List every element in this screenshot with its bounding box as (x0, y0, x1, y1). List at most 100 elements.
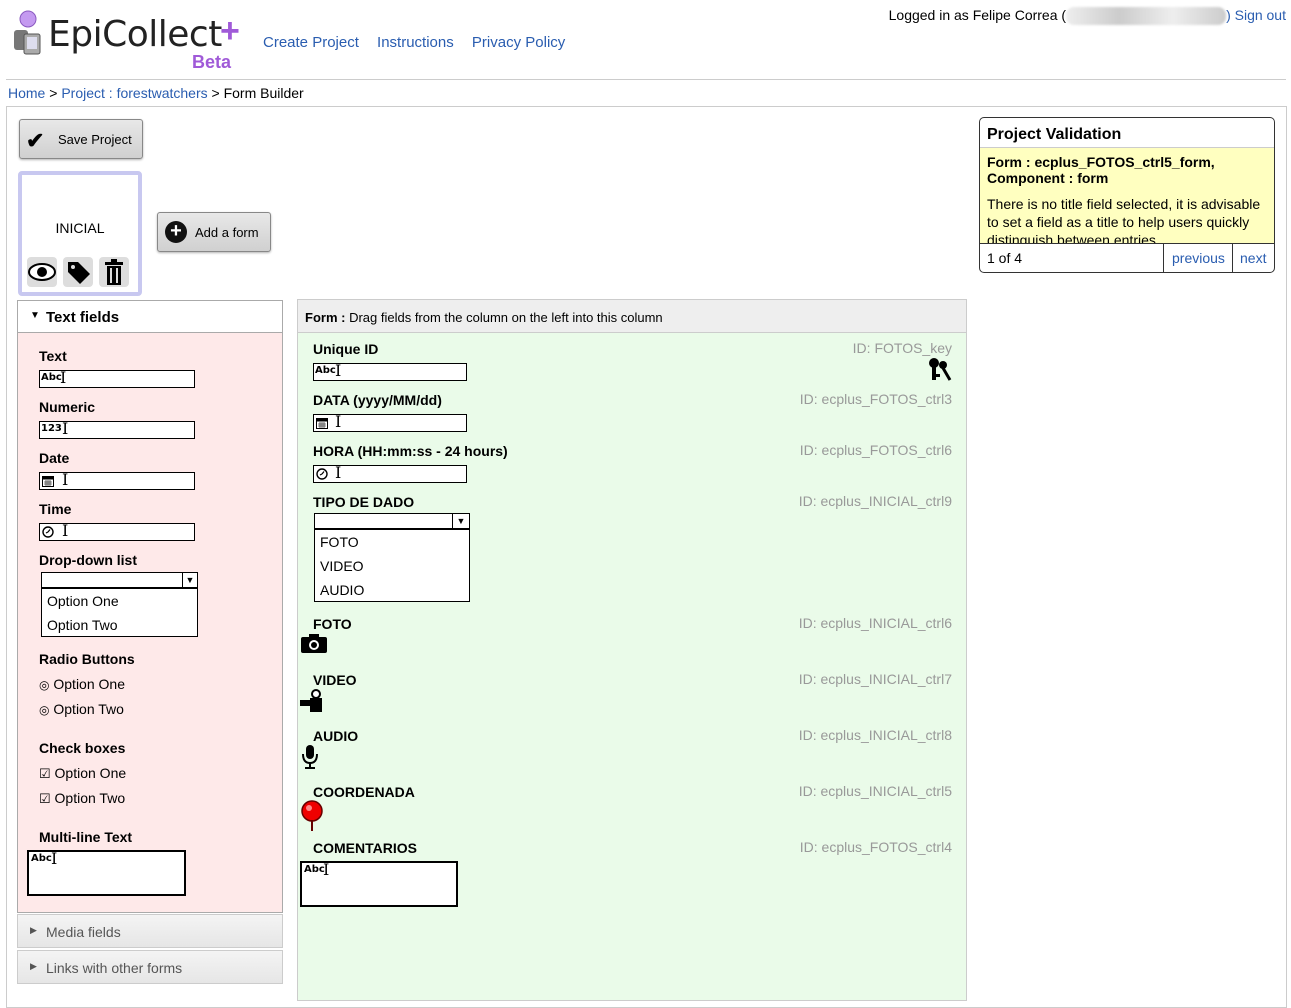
field-label[interactable]: TIPO DE DADO (313, 494, 414, 510)
dropdown-option: VIDEO (320, 558, 364, 574)
clock-icon (316, 468, 328, 480)
logo-beta: Beta (192, 52, 232, 72)
palette-checkbox-label[interactable]: Check boxes (39, 740, 125, 756)
palette-dropdown-select[interactable]: ▼ (41, 572, 198, 588)
form-column[interactable]: Form : Drag fields from the column on th… (297, 299, 967, 1001)
calendar-icon (316, 418, 328, 429)
field-label[interactable]: COORDENADA (313, 784, 415, 800)
palette-radio-label[interactable]: Radio Buttons (39, 651, 135, 667)
field-label[interactable]: HORA (HH:mm:ss - 24 hours) (313, 443, 508, 459)
field-comentarios-textarea[interactable]: Abc I (300, 861, 458, 907)
validation-previous-link[interactable]: previous (1163, 244, 1233, 272)
palette-text-icon: Abc (41, 372, 62, 383)
text-cursor-icon: I (62, 521, 69, 540)
validation-next-link[interactable]: next (1232, 244, 1273, 272)
text-fields-palette: Text Abc I Numeric 123 I Date I Time I D… (17, 332, 283, 913)
palette-dropdown-options: Option One Option Two (41, 588, 198, 637)
palette-text-label[interactable]: Text (39, 348, 67, 364)
breadcrumb-sep: > (45, 85, 62, 101)
field-id: ID: ecplus_INICIAL_ctrl6 (798, 615, 952, 631)
plus-icon: + (165, 221, 187, 243)
field-id: ID: ecplus_INICIAL_ctrl5 (798, 783, 952, 799)
radio-option-label: Option Two (53, 701, 124, 717)
form-card[interactable]: INICIAL (18, 171, 142, 296)
palette-dropdown-label[interactable]: Drop-down list (39, 552, 137, 568)
field-unique-id-input[interactable]: Abc I (313, 363, 467, 381)
palette-checkbox-option: ☑ Option One (39, 765, 126, 782)
text-fields-header[interactable]: ▼ Text fields (17, 300, 283, 332)
add-form-label: Add a form (195, 225, 259, 240)
field-label[interactable]: DATA (yyyy/MM/dd) (313, 392, 442, 408)
palette-numeric-field[interactable]: 123 I (39, 421, 195, 439)
palette-numeric-label[interactable]: Numeric (39, 399, 95, 415)
links-accordion[interactable]: ▶ Links with other forms (17, 950, 283, 984)
tag-icon[interactable] (63, 257, 93, 287)
nav-create-project[interactable]: Create Project (263, 34, 359, 51)
logo-figure-icon (14, 10, 41, 55)
breadcrumb-project[interactable]: Project : forestwatchers (61, 85, 207, 101)
project-validation-panel: Project Validation Form : ecplus_FOTOS_c… (979, 117, 1275, 273)
text-cursor-icon: I (51, 849, 58, 868)
triangle-right-icon: ▶ (30, 925, 37, 935)
trash-icon[interactable] (99, 257, 129, 287)
palette-multiline-icon: Abc (31, 853, 52, 864)
radio-icon: ◎ (39, 703, 50, 717)
form-column-header: Form : Drag fields from the column on th… (298, 300, 966, 333)
field-id: ID: ecplus_FOTOS_ctrl3 (799, 391, 952, 407)
field-date-input[interactable]: I (313, 414, 467, 432)
palette-numeric-icon: 123 (41, 423, 62, 434)
palette-time-field[interactable]: I (39, 523, 195, 541)
palette-radio-option: ◎ Option Two (39, 701, 124, 717)
checkbox-checked-icon: ☑ (39, 791, 51, 806)
form-card-name: INICIAL (55, 220, 105, 236)
top-nav: Create Project Instructions Privacy Poli… (263, 34, 579, 51)
field-label[interactable]: AUDIO (313, 728, 358, 744)
dropdown-option: Option One (47, 593, 119, 609)
field-id: ID: ecplus_INICIAL_ctrl9 (798, 493, 952, 509)
text-cursor-icon: I (335, 361, 342, 380)
clock-icon (42, 526, 54, 538)
eye-icon[interactable] (27, 257, 57, 287)
microphone-icon (302, 745, 318, 769)
palette-text-field[interactable]: Abc I (39, 370, 195, 388)
redacted-email (1066, 7, 1227, 26)
checkbox-checked-icon: ☑ (39, 766, 51, 781)
field-tipo-select[interactable]: ▼ (314, 513, 470, 529)
field-text-icon: Abc (315, 365, 336, 376)
logged-in-text: Logged in as Felipe Correa ( (888, 7, 1067, 23)
text-cursor-icon: I (62, 419, 69, 438)
palette-date-label[interactable]: Date (39, 450, 69, 466)
media-fields-accordion[interactable]: ▶ Media fields (17, 914, 283, 948)
palette-radio-option: ◎ Option One (39, 676, 125, 692)
key-icon (929, 358, 952, 381)
header-divider (6, 79, 1286, 80)
calendar-icon (42, 476, 54, 487)
breadcrumb-home[interactable]: Home (8, 85, 45, 101)
nav-privacy-policy[interactable]: Privacy Policy (472, 34, 565, 51)
palette-date-field[interactable]: I (39, 472, 195, 490)
text-cursor-icon: I (335, 412, 342, 431)
save-project-button[interactable]: ✔ Save Project (19, 119, 143, 159)
radio-option-label: Option One (53, 676, 125, 692)
add-form-button[interactable]: + Add a form (157, 212, 271, 252)
nav-instructions[interactable]: Instructions (377, 34, 454, 51)
field-label[interactable]: FOTO (313, 616, 352, 632)
dropdown-option: FOTO (320, 534, 359, 550)
breadcrumb-current: Form Builder (223, 85, 304, 101)
palette-multiline-field[interactable]: Abc I (27, 850, 186, 896)
field-label[interactable]: COMENTARIOS (313, 840, 417, 856)
text-fields-title: Text fields (46, 309, 120, 326)
validation-title: Project Validation (987, 126, 1122, 143)
text-cursor-icon: I (335, 463, 342, 482)
triangle-right-icon: ▶ (30, 961, 37, 971)
checkmark-icon: ✔ (26, 128, 45, 153)
triangle-down-icon: ▼ (30, 310, 40, 321)
field-label[interactable]: VIDEO (313, 672, 357, 688)
palette-multiline-label[interactable]: Multi-line Text (39, 829, 132, 845)
field-time-input[interactable]: I (313, 465, 467, 483)
sign-out-link[interactable]: ) Sign out (1226, 7, 1286, 23)
palette-time-label[interactable]: Time (39, 501, 71, 517)
field-label[interactable]: Unique ID (313, 341, 378, 357)
field-id: ID: FOTOS_key (852, 340, 952, 356)
field-id: ID: ecplus_FOTOS_ctrl4 (799, 839, 952, 855)
